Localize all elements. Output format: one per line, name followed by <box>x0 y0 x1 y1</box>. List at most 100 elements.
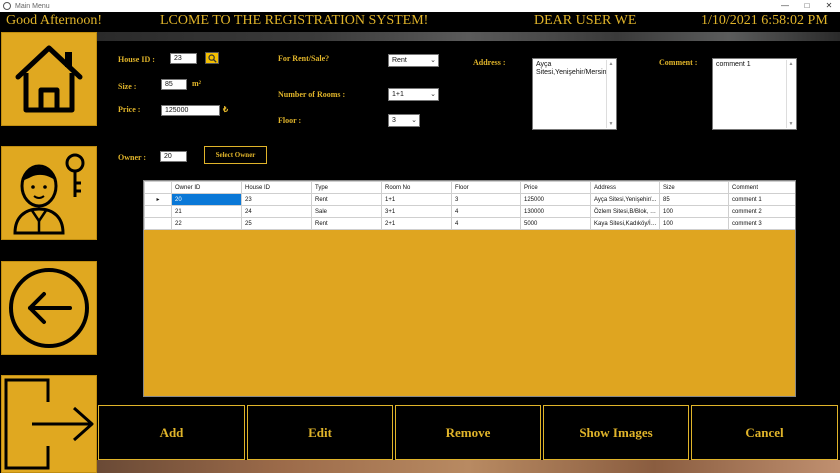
address-label: Address : <box>473 58 506 67</box>
size-input[interactable]: 85 <box>161 79 187 90</box>
row-header-corner <box>144 181 172 194</box>
house-id-label: House ID : <box>118 55 155 64</box>
address-textarea[interactable]: Ayça Sitesi,Yenişehir/Mersin ▲ ▼ <box>532 58 617 130</box>
column-header[interactable]: Type <box>311 181 382 194</box>
table-cell[interactable]: 85 <box>659 193 729 206</box>
address-scrollbar[interactable]: ▲ ▼ <box>606 60 615 128</box>
show-images-button[interactable]: Show Images <box>543 405 689 460</box>
rent-sale-label: For Rent/Sale? <box>278 54 330 63</box>
rent-sale-select[interactable]: Rent ⌄ <box>388 54 439 67</box>
column-header[interactable]: Room No <box>381 181 452 194</box>
sidebar-home-button[interactable] <box>1 32 97 126</box>
table-row[interactable]: 22 25 Rent 2+1 4 5000 Kaya Sitesi,Kadıkö… <box>144 217 795 230</box>
price-unit: ₺ <box>223 105 229 114</box>
sidebar-owners-button[interactable] <box>1 146 97 240</box>
minimize-icon[interactable]: — <box>774 0 796 12</box>
rooms-select[interactable]: 1+1 ⌄ <box>388 88 439 101</box>
column-header[interactable]: Address <box>590 181 660 194</box>
table-cell[interactable]: 5000 <box>520 217 591 230</box>
current-row-indicator-icon[interactable]: ▸ <box>144 193 172 206</box>
welcome-marquee: LCOME TO THE REGISTRATION SYSTEM! <box>160 13 429 28</box>
table-cell[interactable]: comment 2 <box>728 205 795 218</box>
rent-sale-value: Rent <box>392 57 407 64</box>
table-cell[interactable]: 1+1 <box>381 193 452 206</box>
table-cell[interactable]: comment 3 <box>728 217 795 230</box>
table-cell[interactable]: 125000 <box>520 193 591 206</box>
user-greeting: DEAR USER WE <box>534 13 637 28</box>
comment-scrollbar[interactable]: ▲ ▼ <box>786 60 795 128</box>
comment-textarea[interactable]: comment 1 ▲ ▼ <box>712 58 797 130</box>
table-cell[interactable]: 4 <box>451 205 521 218</box>
edit-button[interactable]: Edit <box>247 405 393 460</box>
grid-header-row: Owner ID House ID Type Room No Floor Pri… <box>144 181 795 194</box>
window-titlebar: Main Menu — □ ✕ <box>0 0 840 12</box>
greeting-text: Good Afternoon! <box>6 13 103 28</box>
owner-label: Owner : <box>118 153 147 162</box>
table-cell[interactable]: 100 <box>659 205 729 218</box>
datetime-display: 1/10/2021 6:58:02 PM <box>701 13 828 28</box>
back-arrow-icon <box>9 268 89 348</box>
column-header[interactable]: Owner ID <box>171 181 242 194</box>
owner-input[interactable]: 20 <box>160 151 187 162</box>
sidebar-logout-button[interactable] <box>1 375 97 473</box>
table-cell[interactable]: 4 <box>451 217 521 230</box>
table-cell[interactable]: Ayça Sitesi,Yenişehir/... <box>590 193 660 206</box>
rooms-value: 1+1 <box>392 91 404 98</box>
table-cell[interactable]: Sale <box>311 205 382 218</box>
column-header[interactable]: Size <box>659 181 729 194</box>
logout-icon <box>4 378 94 470</box>
table-cell[interactable]: 3+1 <box>381 205 452 218</box>
address-value: Ayça Sitesi,Yenişehir/Mersin <box>536 61 607 76</box>
comment-value: comment 1 <box>716 61 751 68</box>
houses-grid[interactable]: Owner ID House ID Type Room No Floor Pri… <box>143 180 796 397</box>
floor-label: Floor : <box>278 116 302 125</box>
table-cell[interactable]: Özlem Sitesi,B/Blok, Er... <box>590 205 660 218</box>
chevron-down-icon: ⌄ <box>430 57 436 64</box>
table-cell[interactable]: 23 <box>241 193 312 206</box>
table-cell[interactable]: Rent <box>311 217 382 230</box>
app-icon <box>3 2 11 10</box>
table-cell[interactable]: 3 <box>451 193 521 206</box>
background-photo-top <box>97 32 840 41</box>
chevron-down-icon: ⌄ <box>430 91 436 98</box>
table-cell[interactable]: 21 <box>171 205 242 218</box>
sidebar <box>0 32 97 473</box>
table-cell[interactable]: comment 1 <box>728 193 795 206</box>
table-cell[interactable]: 24 <box>241 205 312 218</box>
table-cell[interactable]: 22 <box>171 217 242 230</box>
price-input[interactable]: 125000 <box>161 105 220 116</box>
column-header[interactable]: Price <box>520 181 591 194</box>
table-cell[interactable]: 130000 <box>520 205 591 218</box>
window-title: Main Menu <box>15 2 50 10</box>
size-unit: m² <box>192 79 202 88</box>
chevron-down-icon: ⌄ <box>411 117 417 124</box>
table-row[interactable]: ▸ 20 23 Rent 1+1 3 125000 Ayça Sitesi,Ye… <box>144 193 795 206</box>
size-label: Size : <box>118 82 137 91</box>
house-id-input[interactable]: 23 <box>170 53 197 64</box>
add-button[interactable]: Add <box>98 405 245 460</box>
column-header[interactable]: Comment <box>728 181 795 194</box>
rooms-label: Number of Rooms : <box>278 90 346 99</box>
table-cell[interactable]: 100 <box>659 217 729 230</box>
table-cell[interactable]: Rent <box>311 193 382 206</box>
row-header[interactable] <box>144 205 172 218</box>
close-icon[interactable]: ✕ <box>818 0 840 12</box>
select-owner-button[interactable]: Select Owner <box>204 146 267 164</box>
column-header[interactable]: Floor <box>451 181 521 194</box>
search-house-button[interactable] <box>205 52 219 64</box>
sidebar-back-button[interactable] <box>1 261 97 355</box>
floor-select[interactable]: 3 ⌄ <box>388 114 420 127</box>
table-cell[interactable]: Kaya Sitesi,Kadıköy/İst... <box>590 217 660 230</box>
window-controls: — □ ✕ <box>774 0 840 12</box>
row-header[interactable] <box>144 217 172 230</box>
column-header[interactable]: House ID <box>241 181 312 194</box>
cancel-button[interactable]: Cancel <box>691 405 838 460</box>
table-cell[interactable]: 25 <box>241 217 312 230</box>
remove-button[interactable]: Remove <box>395 405 541 460</box>
table-cell[interactable]: 20 <box>171 193 242 206</box>
table-row[interactable]: 21 24 Sale 3+1 4 130000 Özlem Sitesi,B/B… <box>144 205 795 218</box>
maximize-icon[interactable]: □ <box>796 0 818 12</box>
search-icon <box>207 53 217 63</box>
table-cell[interactable]: 2+1 <box>381 217 452 230</box>
price-label: Price : <box>118 105 141 114</box>
